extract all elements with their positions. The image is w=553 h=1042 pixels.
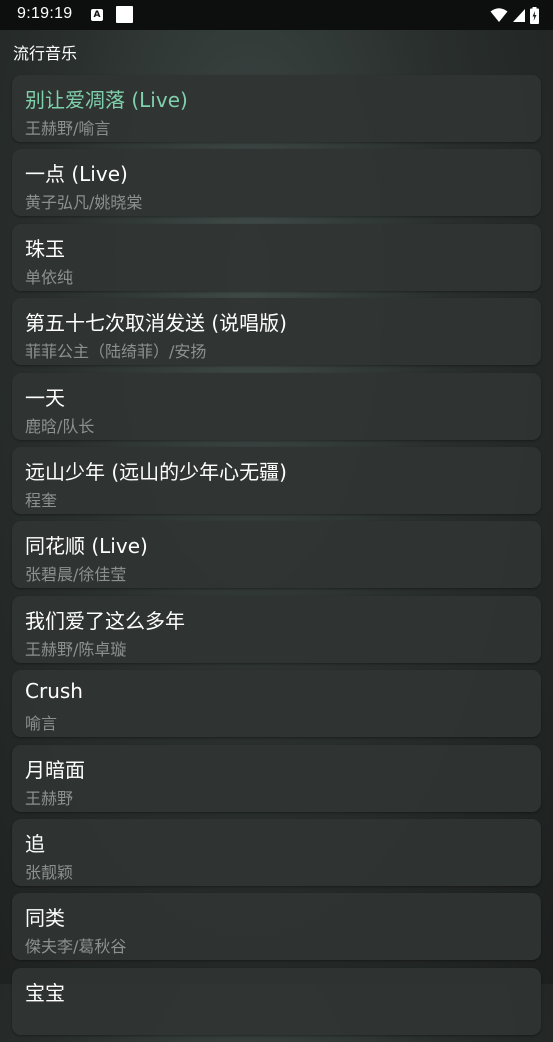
song-title: 别让爱凋落 (Live) [25,88,188,112]
song-title: 一天 [25,385,65,410]
song-artist: 王赫野/喻言 [25,119,111,138]
song-title: 第五十七次取消发送 (说唱版) [25,311,287,336]
song-item[interactable]: 一点 (Live) 黄子弘凡/姚晓棠 [12,149,541,217]
notification-a-icon: A [91,9,103,21]
song-title: Crush [25,679,83,704]
cellular-signal-icon [513,9,525,22]
song-item[interactable]: 同花顺 (Live) 张碧晨/徐佳莹 [12,521,541,589]
battery-icon [530,6,539,24]
song-artist: 程奎 [25,490,58,510]
song-item[interactable]: 珠玉 单依纯 [12,223,541,291]
song-item[interactable]: 一天 鹿晗/队长 [12,372,541,440]
song-artist: 张碧晨/徐佳莹 [25,565,127,585]
status-time: 9:19:19 [17,5,73,22]
song-item[interactable]: Crush 喻言 [12,670,541,738]
song-item[interactable]: 第五十七次取消发送 (说唱版) 菲菲公主（陆绮菲）/安扬 [12,298,541,366]
song-title: 一点 (Live) [25,162,128,187]
song-item[interactable]: 远山少年 (远山的少年心无疆) 程奎 [12,446,541,514]
wifi-icon [490,8,508,22]
song-item[interactable]: 宝宝 [12,967,541,1035]
song-item[interactable]: 我们爱了这么多年 王赫野/陈卓璇 [12,595,541,663]
status-icons [490,6,539,24]
song-title: 同类 [25,906,65,931]
song-artist: 菲菲公主（陆绮菲）/安扬 [25,342,207,362]
song-artist: 喻言 [25,714,58,734]
song-item[interactable]: 追 张靓颖 [12,818,541,886]
song-artist: 王赫野 [25,788,74,808]
song-artist: 黄子弘凡/姚晓棠 [25,193,143,213]
status-bar: 9:19:19 A [0,0,553,30]
song-title: 月暗面 [25,757,85,782]
song-artist: 鹿晗/队长 [25,416,95,436]
page-title: 流行音乐 [13,44,78,63]
song-title: 宝宝 [25,980,65,1005]
song-artist: 张靓颖 [25,862,74,882]
song-artist: 单依纯 [25,267,74,287]
song-title: 同花顺 (Live) [25,534,148,559]
song-artist: 王赫野/陈卓璇 [25,639,127,659]
song-item[interactable]: 别让爱凋落 (Live) 王赫野/喻言 [12,75,541,142]
song-item[interactable]: 同类 傑夫李/葛秋谷 [12,893,541,961]
song-item[interactable]: 月暗面 王赫野 [12,744,541,812]
song-title: 珠玉 [25,236,65,261]
song-artist: 傑夫李/葛秋谷 [25,937,127,957]
song-title: 远山少年 (远山的少年心无疆) [25,459,287,484]
song-title: 追 [25,831,45,856]
notification-square-icon [116,6,133,23]
song-list: 别让爱凋落 (Live) 王赫野/喻言 一点 (Live) 黄子弘凡/姚晓棠 珠… [12,75,541,1042]
song-title: 我们爱了这么多年 [25,608,185,633]
